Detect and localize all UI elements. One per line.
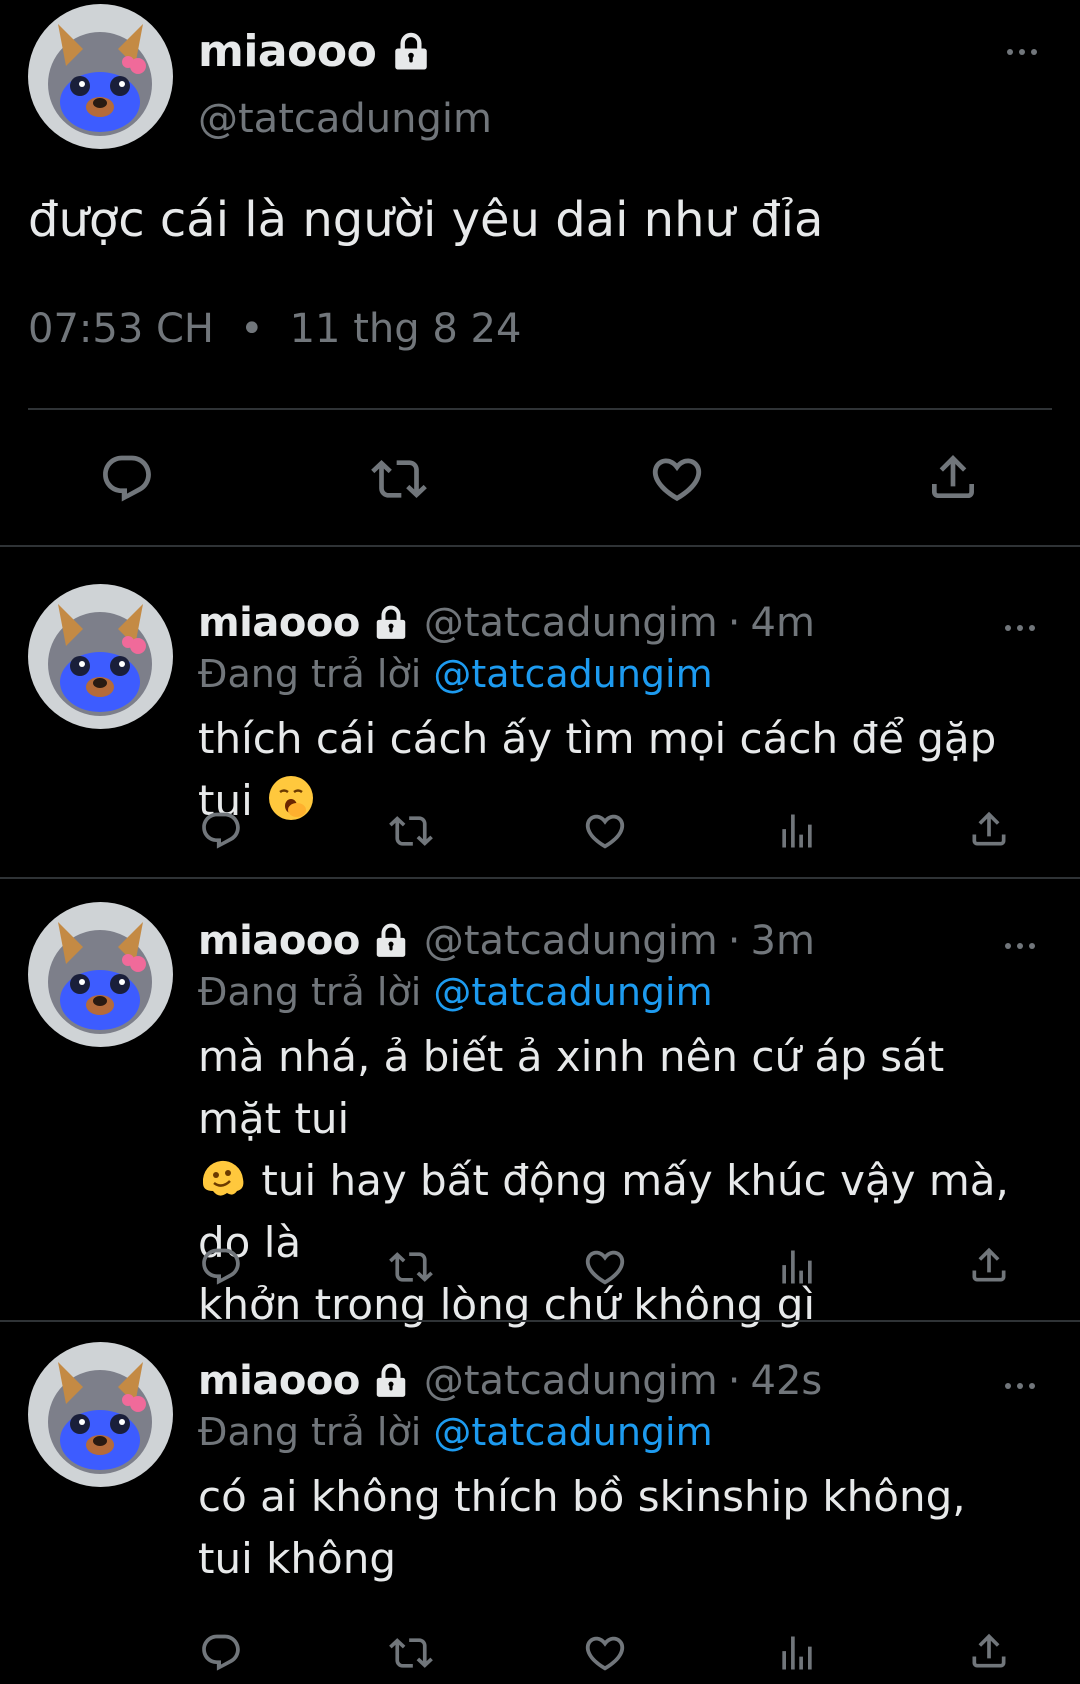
- views-icon: [775, 1631, 819, 1675]
- more-icon: [1002, 1368, 1038, 1404]
- more-icon: [1002, 610, 1038, 646]
- author-handle[interactable]: @tatcadungim: [424, 600, 718, 646]
- tweet-time: 07:53 CH: [28, 306, 214, 352]
- views-icon: [775, 809, 819, 853]
- avatar-image: [28, 584, 173, 729]
- reply-icon: [199, 809, 243, 853]
- replying-prefix: Đang trả lời: [198, 970, 422, 1014]
- more-button[interactable]: [1000, 930, 1040, 962]
- reply-time[interactable]: 4m: [751, 600, 815, 646]
- share-button[interactable]: [966, 1242, 1012, 1288]
- avatar-image: [28, 902, 173, 1047]
- author-name-row[interactable]: miaooo: [198, 26, 432, 77]
- more-button[interactable]: [1002, 36, 1042, 68]
- reply-header: miaooo @tatcadungim · 4m: [198, 600, 815, 646]
- share-button[interactable]: [966, 806, 1012, 852]
- share-icon: [967, 1629, 1011, 1673]
- author-handle[interactable]: @tatcadungim: [424, 918, 718, 964]
- views-button[interactable]: [774, 1630, 820, 1676]
- retweet-button[interactable]: [388, 1244, 434, 1290]
- reply-tweet[interactable]: miaooo @tatcadungim · 3m Đang trả lời @t…: [0, 870, 1080, 1329]
- reply-button[interactable]: [198, 808, 244, 854]
- reply-text: có ai không thích bồ skinship không, tui…: [198, 1472, 966, 1583]
- like-icon: [582, 808, 628, 854]
- tweet-date: 11 thg 8 24: [289, 306, 522, 352]
- tweet-text: được cái là người yêu dai như đỉa: [28, 192, 824, 248]
- share-button[interactable]: [924, 448, 982, 506]
- yawning-face-emoji: [269, 776, 314, 820]
- lock-icon: [372, 1362, 410, 1400]
- replying-prefix: Đang trả lời: [198, 652, 422, 696]
- avatar[interactable]: [28, 584, 173, 729]
- reply-icon: [199, 1631, 243, 1675]
- replying-to: Đang trả lời @tatcadungim: [198, 970, 713, 1014]
- replying-to: Đang trả lời @tatcadungim: [198, 1410, 713, 1454]
- tweet-timestamp[interactable]: 07:53 CH • 11 thg 8 24: [28, 306, 521, 352]
- avatar[interactable]: [28, 1342, 173, 1487]
- section-divider: [0, 545, 1080, 547]
- reply-icon: [199, 1245, 243, 1289]
- retweet-button[interactable]: [388, 808, 434, 854]
- reply-time[interactable]: 3m: [751, 918, 815, 964]
- share-icon: [967, 807, 1011, 851]
- author-name[interactable]: miaooo: [198, 600, 360, 646]
- lock-icon: [372, 922, 410, 960]
- more-button[interactable]: [1000, 612, 1040, 644]
- reply-tweet[interactable]: miaooo @tatcadungim · 4m Đang trả lời @t…: [0, 552, 1080, 877]
- more-icon: [1004, 34, 1040, 70]
- header-separator: ·: [727, 918, 741, 964]
- header-separator: ·: [727, 600, 741, 646]
- reply-button[interactable]: [198, 1244, 244, 1290]
- reply-icon: [99, 451, 155, 507]
- views-button[interactable]: [774, 808, 820, 854]
- retweet-icon: [389, 1245, 433, 1289]
- reply-header: miaooo @tatcadungim · 42s: [198, 1358, 822, 1404]
- avatar-image: [28, 4, 173, 149]
- author-handle[interactable]: @tatcadungim: [198, 96, 492, 142]
- mention-link[interactable]: @tatcadungim: [433, 1410, 712, 1454]
- reply-text-line: mà nhá, ả biết ả xinh nên cứ áp sát mặt …: [198, 1032, 945, 1143]
- main-divider: [28, 408, 1052, 410]
- more-button[interactable]: [1000, 1370, 1040, 1402]
- retweet-icon: [389, 809, 433, 853]
- lock-icon: [390, 31, 432, 73]
- avatar-image: [28, 1342, 173, 1487]
- retweet-icon: [371, 451, 427, 507]
- reply-header: miaooo @tatcadungim · 3m: [198, 918, 815, 964]
- avatar[interactable]: [28, 902, 173, 1047]
- reply-tweet[interactable]: miaooo @tatcadungim · 42s Đang trả lời @…: [0, 1310, 1080, 1684]
- retweet-icon: [389, 1631, 433, 1675]
- author-name[interactable]: miaooo: [198, 918, 360, 964]
- replying-prefix: Đang trả lời: [198, 1410, 422, 1454]
- reply-button[interactable]: [198, 1630, 244, 1676]
- header-separator: ·: [727, 1358, 741, 1404]
- like-button[interactable]: [582, 1244, 628, 1290]
- avatar[interactable]: [28, 4, 173, 149]
- retweet-button[interactable]: [388, 1630, 434, 1676]
- reply-time[interactable]: 42s: [751, 1358, 823, 1404]
- mention-link[interactable]: @tatcadungim: [433, 970, 712, 1014]
- reply-button[interactable]: [98, 450, 156, 508]
- like-button[interactable]: [582, 808, 628, 854]
- melting-face-emoji: [202, 1160, 244, 1196]
- like-icon: [648, 450, 706, 508]
- views-button[interactable]: [774, 1244, 820, 1290]
- mention-link[interactable]: @tatcadungim: [433, 652, 712, 696]
- like-icon: [582, 1244, 628, 1290]
- author-handle[interactable]: @tatcadungim: [424, 1358, 718, 1404]
- like-icon: [582, 1630, 628, 1676]
- meta-dot: •: [240, 306, 264, 352]
- author-name[interactable]: miaooo: [198, 1358, 360, 1404]
- share-button[interactable]: [966, 1628, 1012, 1674]
- author-name[interactable]: miaooo: [198, 26, 377, 77]
- share-icon: [967, 1243, 1011, 1287]
- retweet-button[interactable]: [370, 450, 428, 508]
- more-icon: [1002, 928, 1038, 964]
- replying-to: Đang trả lời @tatcadungim: [198, 652, 713, 696]
- share-icon: [925, 449, 981, 505]
- lock-icon: [372, 604, 410, 642]
- views-icon: [775, 1245, 819, 1289]
- like-button[interactable]: [582, 1630, 628, 1676]
- like-button[interactable]: [648, 450, 706, 508]
